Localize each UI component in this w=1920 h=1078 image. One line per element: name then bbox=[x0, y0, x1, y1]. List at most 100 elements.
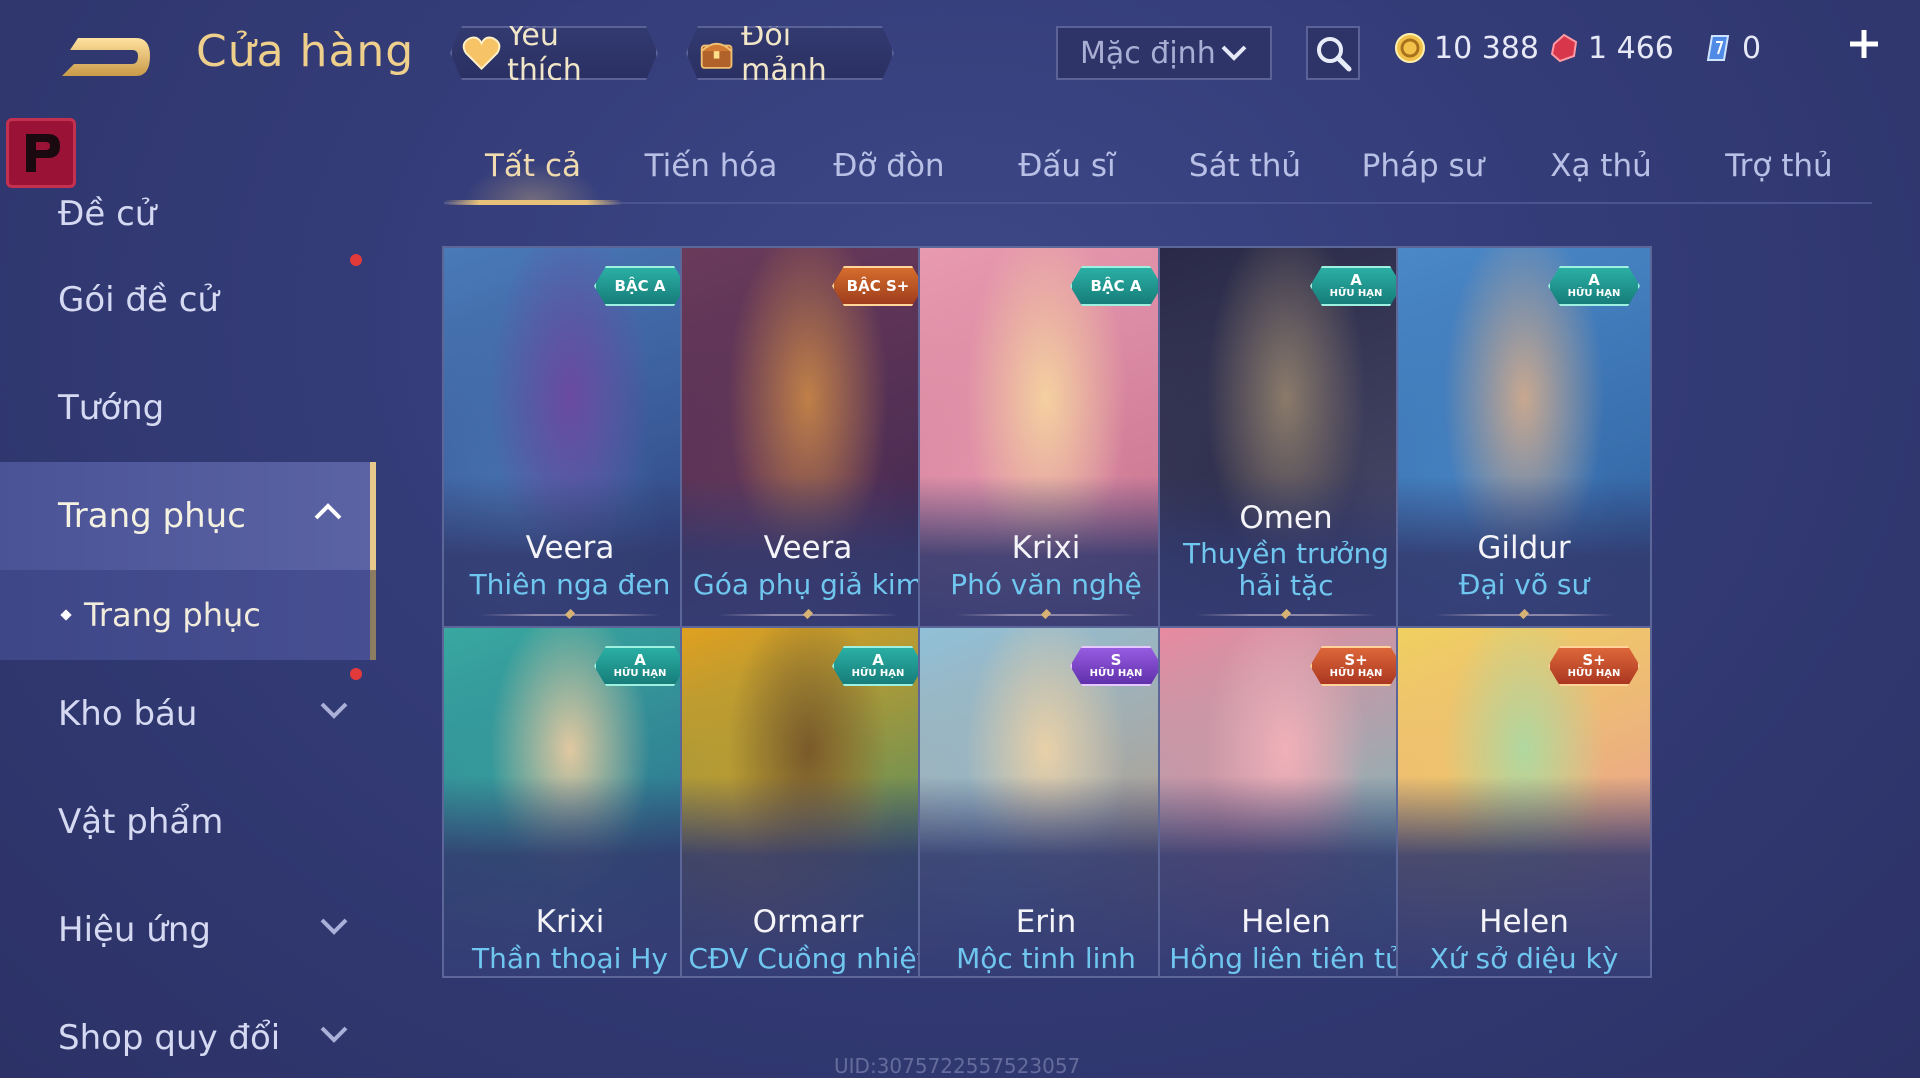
top-bar: Cửa hàng Yêu thích Đổi mảnh Mặc định 10 … bbox=[0, 0, 1920, 110]
tier-label: S+ bbox=[1582, 651, 1606, 669]
card-divider bbox=[480, 614, 660, 616]
tier-label: A bbox=[872, 651, 884, 669]
skin-name: Phó văn nghệ bbox=[950, 568, 1142, 601]
chevron-down-icon bbox=[320, 702, 348, 719]
sidebar-item-exchange-shop[interactable]: Shop quy đổi bbox=[0, 984, 376, 1078]
tab-fighter[interactable]: Đấu sĩ bbox=[978, 136, 1156, 202]
sidebar-item-label: Gói đề cử bbox=[58, 280, 219, 320]
skin-name: Hồng liên tiên tử bbox=[1169, 942, 1403, 975]
tier-label: A bbox=[1588, 271, 1600, 289]
card-divider bbox=[718, 614, 898, 616]
hero-name: Veera bbox=[763, 530, 853, 566]
sidebar-item-label: Shop quy đổi bbox=[58, 1018, 281, 1058]
tab-support[interactable]: Trợ thủ bbox=[1690, 136, 1868, 202]
skin-name: CĐV Cuồng nhiệt bbox=[688, 942, 928, 975]
skin-card[interactable]: AHỮU HẠNOmenThuyền trưởng hải tặcSở hữu bbox=[1158, 246, 1414, 678]
tier-label: S+ bbox=[1344, 651, 1368, 669]
skin-card[interactable]: AHỮU HẠN KrixiThần thoại Hy Lạp bbox=[442, 626, 698, 978]
limited-label: HỮU HẠN bbox=[1089, 668, 1143, 679]
skin-name: Góa phụ giả kim bbox=[693, 568, 923, 601]
crystal-token-icon bbox=[1706, 35, 1730, 61]
sidebar-item-label: Vật phẩm bbox=[58, 802, 224, 842]
tier-badge: S+ HỮU HẠN bbox=[1548, 646, 1640, 686]
skin-card[interactable]: BẬC S+VeeraGóa phụ giả kimSở hữu bbox=[680, 246, 936, 678]
sidebar-item-label: Tướng bbox=[58, 388, 165, 428]
skin-card[interactable]: S+ HỮU HẠN Helen Xứ sở diệu kỳ bbox=[1396, 626, 1652, 978]
tab-assassin[interactable]: Sát thủ bbox=[1156, 136, 1334, 202]
tab-evolution[interactable]: Tiến hóa bbox=[622, 136, 800, 202]
sort-value: Mặc định bbox=[1080, 35, 1216, 71]
skin-card[interactable]: BẬC AVeeraThiên nga đenSở hữu bbox=[442, 246, 698, 678]
search-icon bbox=[1317, 37, 1352, 72]
hero-name: Erin bbox=[1015, 904, 1077, 940]
limited-label: HỮU HẠN bbox=[1329, 668, 1383, 679]
tier-badge: S HỮU HẠN bbox=[1070, 646, 1162, 686]
sidebar-item-items[interactable]: Vật phẩm bbox=[0, 768, 376, 876]
treasure-chest-icon bbox=[698, 33, 735, 73]
hero-name: Krixi bbox=[1011, 530, 1081, 566]
sidebar-item-recommended-packs[interactable]: Gói đề cử bbox=[0, 246, 376, 354]
gold-currency: 10 388 bbox=[1394, 28, 1539, 68]
card-divider bbox=[1434, 614, 1614, 616]
voucher-currency: 1 466 bbox=[1548, 28, 1674, 68]
exchange-label: Đổi mảnh bbox=[741, 18, 827, 88]
tier-label: A bbox=[1350, 271, 1362, 289]
card-divider bbox=[956, 614, 1136, 616]
sidebar-item-label: Trang phục bbox=[58, 496, 246, 536]
skin-name: Mộc tinh linh bbox=[956, 942, 1136, 975]
back-arrow-icon bbox=[62, 38, 150, 76]
hero-name: Omen bbox=[1239, 500, 1333, 536]
skin-card[interactable]: AHỮU HẠNGildurĐại võ sưSở hữu bbox=[1396, 246, 1652, 678]
chevron-up-icon bbox=[314, 503, 342, 520]
hero-name: Krixi bbox=[535, 904, 605, 940]
tab-mage[interactable]: Pháp sư bbox=[1334, 136, 1512, 202]
tier-badge: A HỮU HẠN bbox=[1548, 266, 1640, 306]
token-currency: 0 bbox=[1702, 28, 1761, 68]
tier-badge: A HỮU HẠN bbox=[594, 646, 686, 686]
tier-badge: A HỮU HẠN bbox=[1310, 266, 1402, 306]
chevron-down-icon bbox=[1221, 45, 1247, 61]
voucher-amount: 1 466 bbox=[1588, 30, 1674, 66]
page-title: Cửa hàng bbox=[196, 26, 415, 77]
ruby-voucher-icon bbox=[1550, 33, 1578, 63]
token-amount: 0 bbox=[1742, 30, 1762, 66]
tab-all[interactable]: Tất cả bbox=[444, 136, 622, 205]
back-button[interactable] bbox=[56, 32, 156, 88]
sort-dropdown[interactable]: Mặc định bbox=[1056, 26, 1272, 80]
sidebar-item-label: Hiệu ứng bbox=[58, 910, 211, 950]
limited-label: HỮU HẠN bbox=[1567, 288, 1621, 299]
sidebar-item-heroes[interactable]: Tướng bbox=[0, 354, 376, 462]
skin-card[interactable]: S+ HỮU HẠN Helen Hồng liên tiên tử bbox=[1158, 626, 1414, 978]
limited-label: HỮU HẠN bbox=[1567, 668, 1621, 679]
tier-label: BẬC A bbox=[1090, 277, 1142, 295]
sidebar-item-effects[interactable]: Hiệu ứng bbox=[0, 876, 376, 984]
tier-badge: BẬC A bbox=[594, 266, 686, 306]
sidebar-item-treasure[interactable]: Kho báu bbox=[0, 660, 376, 768]
tab-tank[interactable]: Đỡ đòn bbox=[800, 136, 978, 202]
tier-badge: S+ HỮU HẠN bbox=[1310, 646, 1402, 686]
skin-name: Thần thoại Hy Lạp bbox=[472, 942, 668, 976]
favorite-label: Yêu thích bbox=[507, 18, 582, 88]
sidebar-subitem-skins[interactable]: Trang phục bbox=[0, 570, 376, 660]
skin-card[interactable]: BẬC AKrixiPhó văn nghệSở hữu bbox=[918, 246, 1174, 678]
card-divider bbox=[1196, 614, 1376, 616]
chevron-down-icon bbox=[320, 918, 348, 935]
favorite-button[interactable]: Yêu thích bbox=[450, 26, 658, 80]
sidebar-item-skins[interactable]: Trang phục bbox=[0, 462, 376, 570]
hero-name: Helen bbox=[1479, 904, 1569, 940]
exchange-shards-button[interactable]: Đổi mảnh bbox=[686, 26, 894, 80]
hero-name: Gildur bbox=[1477, 530, 1571, 566]
tab-marksman[interactable]: Xạ thủ bbox=[1512, 136, 1690, 202]
sidebar-item-recommended[interactable]: Đề cử bbox=[0, 150, 376, 246]
tier-label: BẬC A bbox=[614, 277, 666, 295]
search-button[interactable] bbox=[1306, 26, 1360, 80]
skin-card[interactable]: A HỮU HẠN Ormarr CĐV Cuồng nhiệt bbox=[680, 626, 936, 978]
skin-name: Thuyền trưởng hải tặc bbox=[1183, 537, 1389, 602]
tier-badge: A HỮU HẠN bbox=[832, 646, 924, 686]
gold-coin-icon bbox=[1395, 33, 1425, 63]
skin-name: Thiên nga đen bbox=[469, 568, 671, 601]
add-currency-button[interactable] bbox=[1842, 24, 1886, 68]
hero-name: Ormarr bbox=[752, 904, 864, 940]
sidebar-item-label: Đề cử bbox=[58, 194, 157, 234]
skin-card[interactable]: S HỮU HẠN Erin Mộc tinh linh bbox=[918, 626, 1174, 978]
